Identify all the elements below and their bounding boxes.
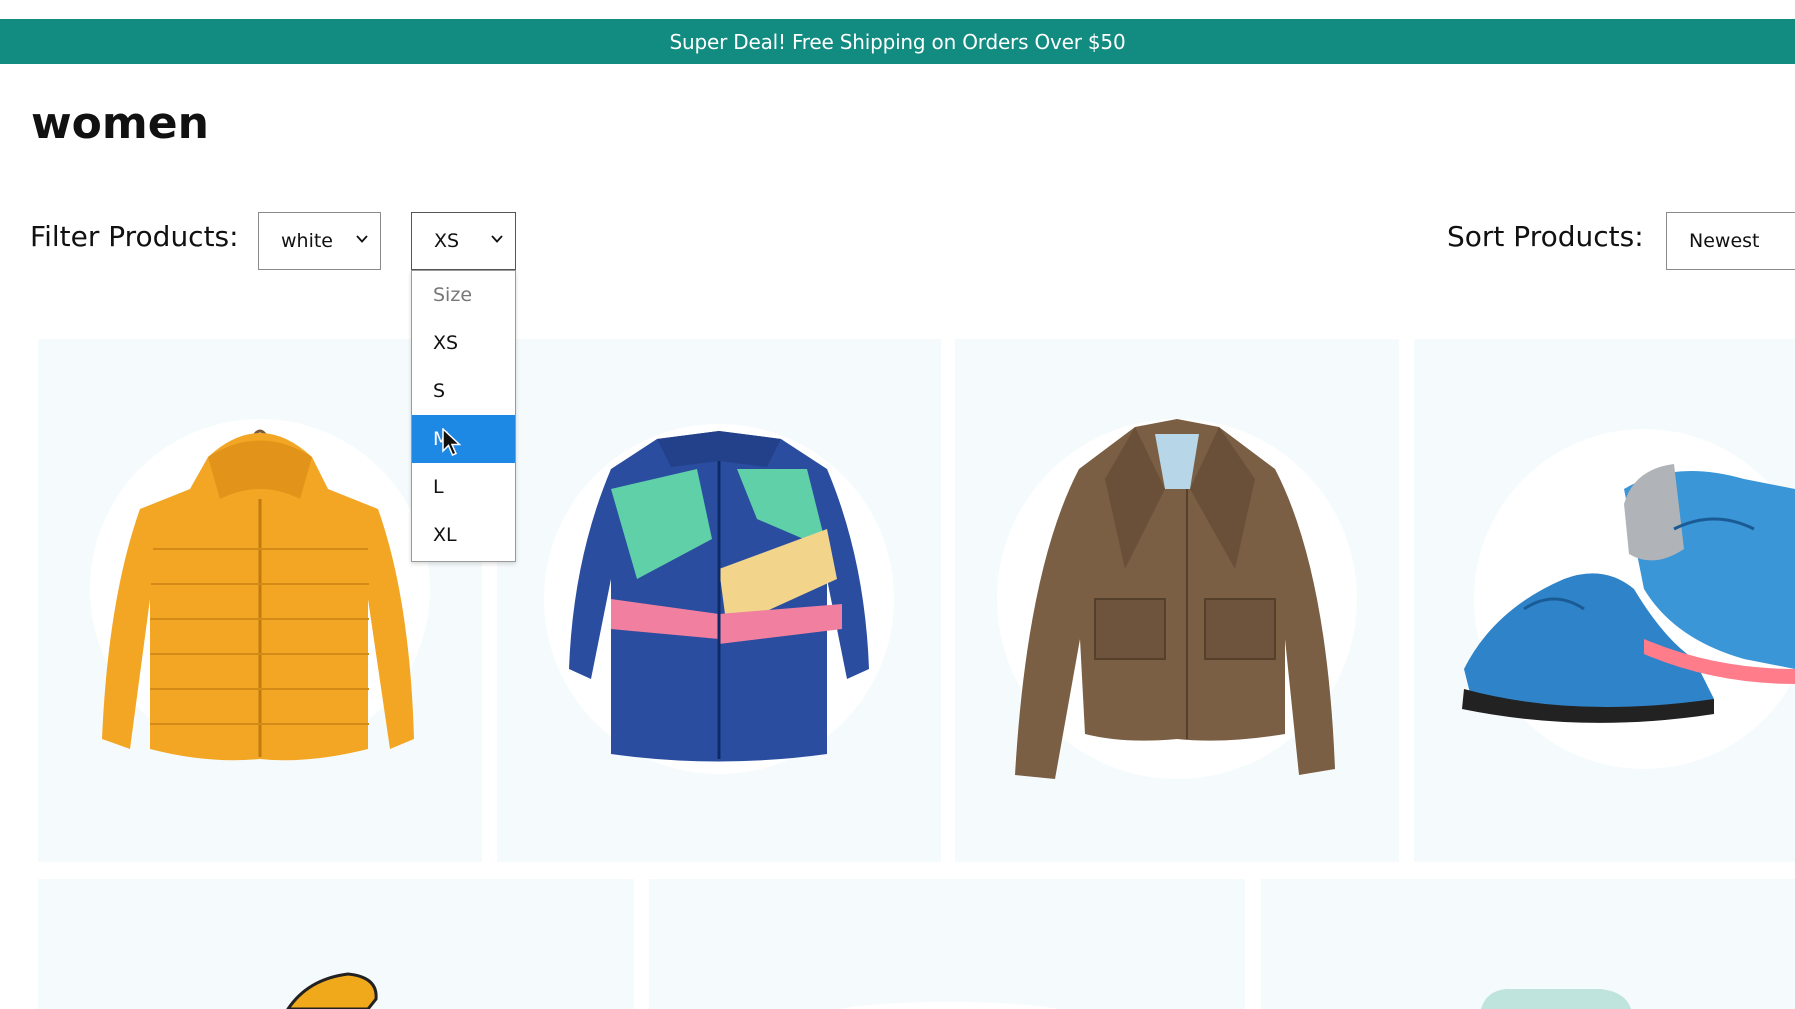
announcement-text: Super Deal! Free Shipping on Orders Over… xyxy=(669,29,1126,54)
size-option-xs[interactable]: XS xyxy=(412,319,515,367)
blue-running-shoes-image xyxy=(1462,429,1795,769)
announcement-bar: Super Deal! Free Shipping on Orders Over… xyxy=(0,19,1795,64)
product-card[interactable] xyxy=(38,879,634,1009)
sort-products-label: Sort Products: xyxy=(1447,220,1644,253)
product-card[interactable] xyxy=(649,879,1245,1009)
color-filter-value: white xyxy=(281,230,333,252)
size-filter-value: XS xyxy=(434,230,460,252)
chevron-down-icon xyxy=(356,235,368,243)
size-option-m[interactable]: M xyxy=(412,415,515,463)
sort-select[interactable]: Newest xyxy=(1666,212,1795,270)
size-option-xl[interactable]: XL xyxy=(412,511,515,559)
product-image xyxy=(839,1002,1059,1009)
size-dropdown-menu: Size XS S M L XL xyxy=(411,270,516,562)
colorblock-windbreaker-image xyxy=(544,424,894,774)
size-option-l[interactable]: L xyxy=(412,463,515,511)
product-card[interactable] xyxy=(1261,879,1795,1009)
product-card[interactable] xyxy=(955,339,1399,862)
size-option-s[interactable]: S xyxy=(412,367,515,415)
mouse-cursor-icon xyxy=(442,428,462,456)
size-option-placeholder[interactable]: Size xyxy=(412,271,515,319)
product-card[interactable] xyxy=(497,339,941,862)
product-image xyxy=(1481,989,1631,1009)
page-title: women xyxy=(31,98,209,149)
sort-value: Newest xyxy=(1689,230,1760,252)
brown-field-jacket-image xyxy=(997,419,1357,779)
size-filter-select[interactable]: XS xyxy=(411,212,516,270)
chevron-down-icon xyxy=(491,235,503,243)
product-card[interactable] xyxy=(1414,339,1795,862)
color-filter-select[interactable]: white xyxy=(258,212,381,270)
product-listing-page: Super Deal! Free Shipping on Orders Over… xyxy=(0,0,1795,1009)
product-image xyxy=(286,972,378,1009)
filter-products-label: Filter Products: xyxy=(30,220,239,253)
browser-top-strip xyxy=(0,0,1795,19)
